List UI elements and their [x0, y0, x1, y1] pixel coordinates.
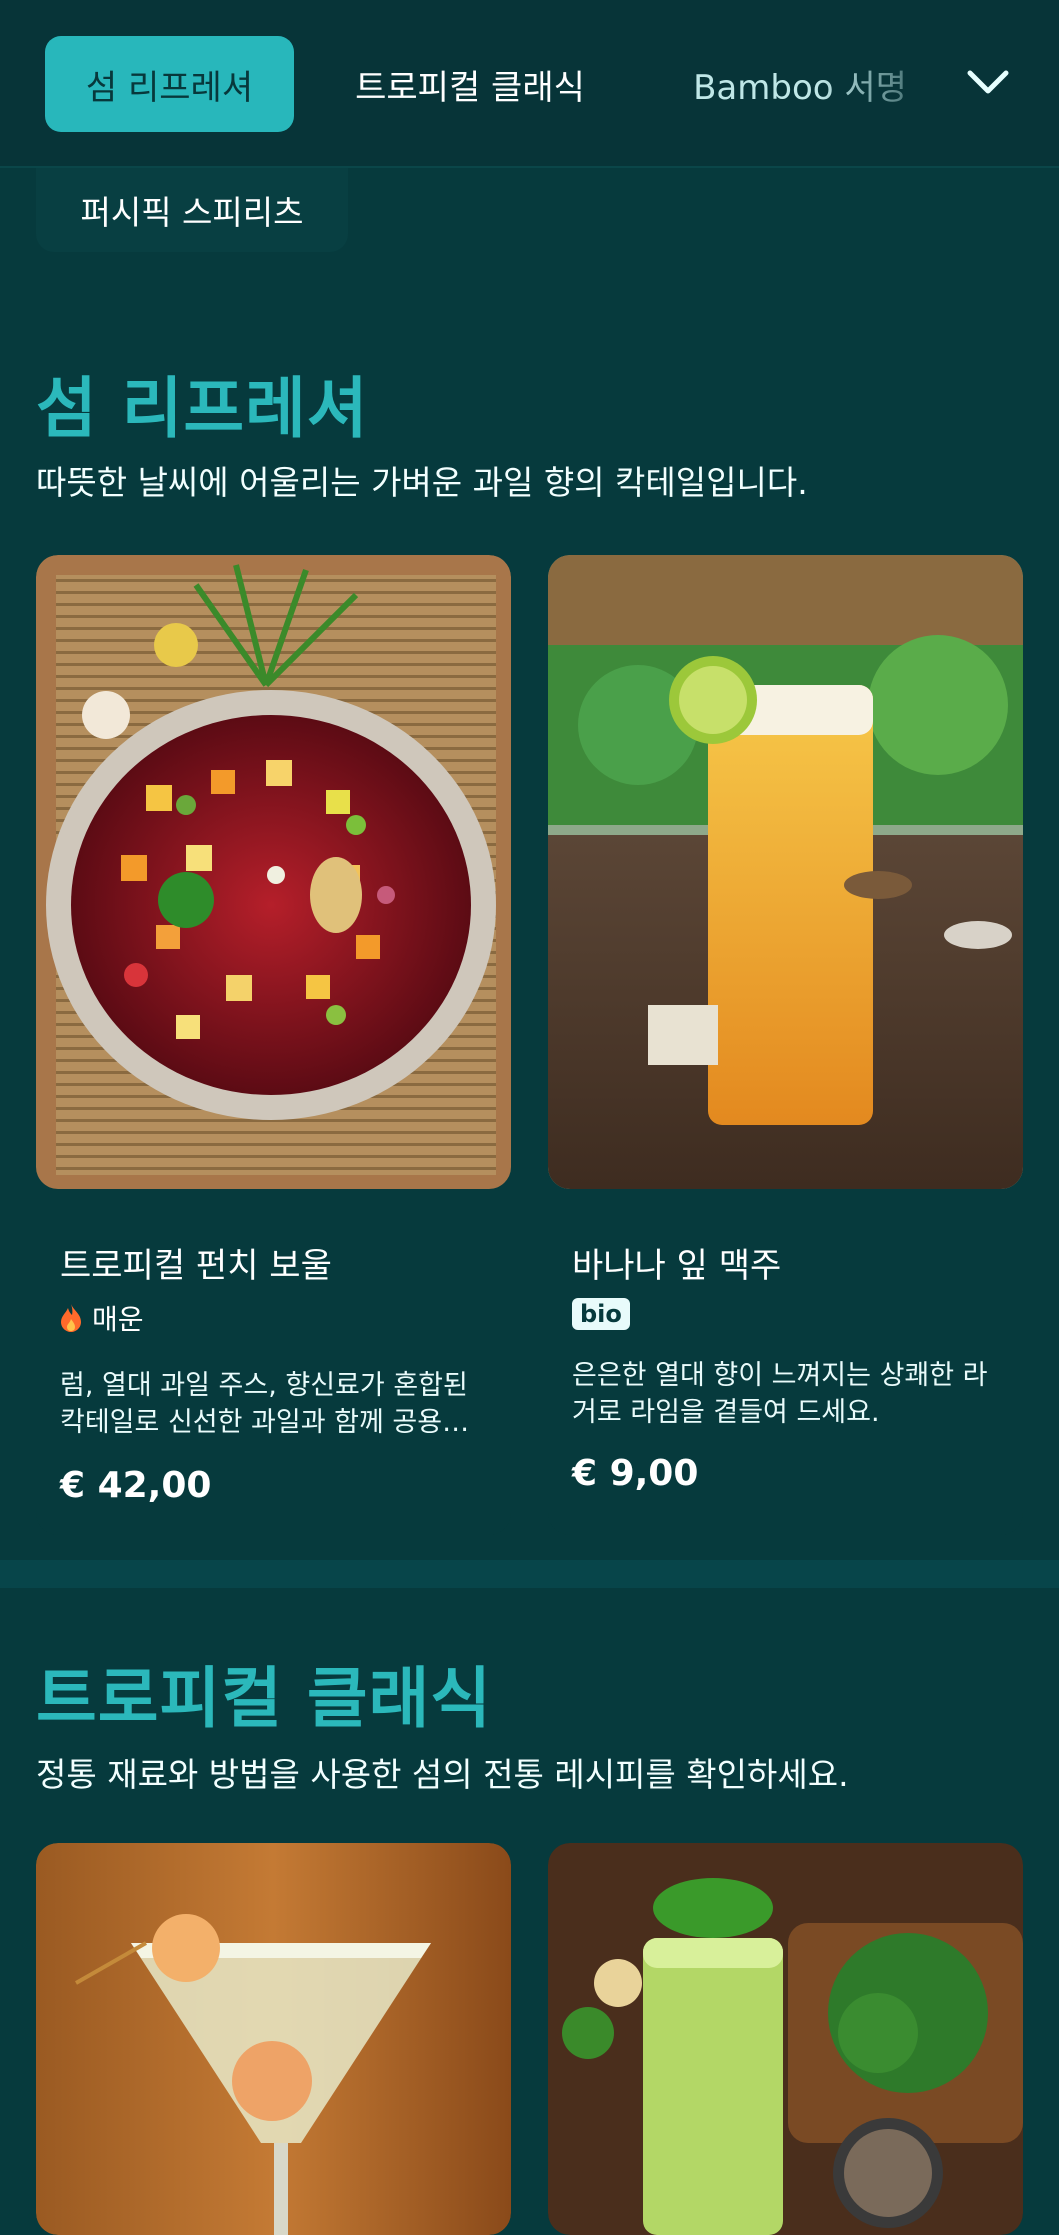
section-title: 트로피컬 클래식 — [36, 1660, 493, 1737]
menu-item-tag: bio — [572, 1298, 630, 1330]
menu-item-description: 럼, 열대 과일 주스, 향신료가 혼합된 칵테일로 신선한 과일과 함께 공용… — [60, 1370, 468, 1438]
menu-item-price: € 42,00 — [60, 1465, 212, 1506]
menu-item-tag: 매운 — [60, 1298, 144, 1338]
menu-item-description: 은은한 열대 향이 느껴지는 상쾌한 라거로 라임을 곁들여 드세요. — [572, 1360, 988, 1428]
category-nav-bar: 섬 리프레셔 트로피컬 클래식 Bamboo 서명 — [0, 0, 1059, 168]
menu-item-card[interactable] — [36, 1843, 511, 2235]
flame-icon — [61, 1304, 81, 1332]
tab-island-refreshers[interactable]: 섬 리프레셔 — [45, 36, 294, 132]
section-title: 섬 리프레셔 — [36, 370, 369, 447]
section-subtitle: 정통 재료와 방법을 사용한 섬의 전통 레시피를 확인하세요. — [36, 1755, 849, 1794]
menu-item-image — [548, 555, 1023, 1189]
expand-categories-button[interactable] — [958, 58, 1018, 108]
menu-item-image — [36, 555, 511, 1189]
menu-item-card[interactable]: 트로피컬 펀치 보울 매운 럼, 열대 과일 주스, 향신료가 혼합된 칵테일로… — [36, 555, 511, 1535]
tab-tropical-classics[interactable]: 트로피컬 클래식 — [345, 36, 595, 132]
chevron-down-icon — [967, 70, 1009, 94]
menu-item-tag-label: 매운 — [92, 1303, 144, 1336]
bio-badge: bio — [572, 1298, 630, 1330]
menu-item-card[interactable]: 바나나 잎 맥주 bio 은은한 열대 향이 느껴지는 상쾌한 라거로 라임을 … — [548, 555, 1023, 1535]
tab-overflow-fade — [820, 30, 950, 140]
section-divider — [0, 1560, 1059, 1588]
tab-pacific-spirits[interactable]: 퍼시픽 스피리츠 — [36, 168, 348, 252]
section-subtitle: 따뜻한 날씨에 어울리는 가벼운 과일 향의 칵테일입니다. — [36, 463, 808, 502]
menu-item-name: 트로피컬 펀치 보울 — [60, 1246, 332, 1286]
menu-item-image — [548, 1843, 1023, 2235]
menu-item-card[interactable] — [548, 1843, 1023, 2235]
menu-item-image — [36, 1843, 511, 2235]
menu-item-name: 바나나 잎 맥주 — [572, 1246, 782, 1286]
menu-item-price: € 9,00 — [572, 1453, 699, 1494]
